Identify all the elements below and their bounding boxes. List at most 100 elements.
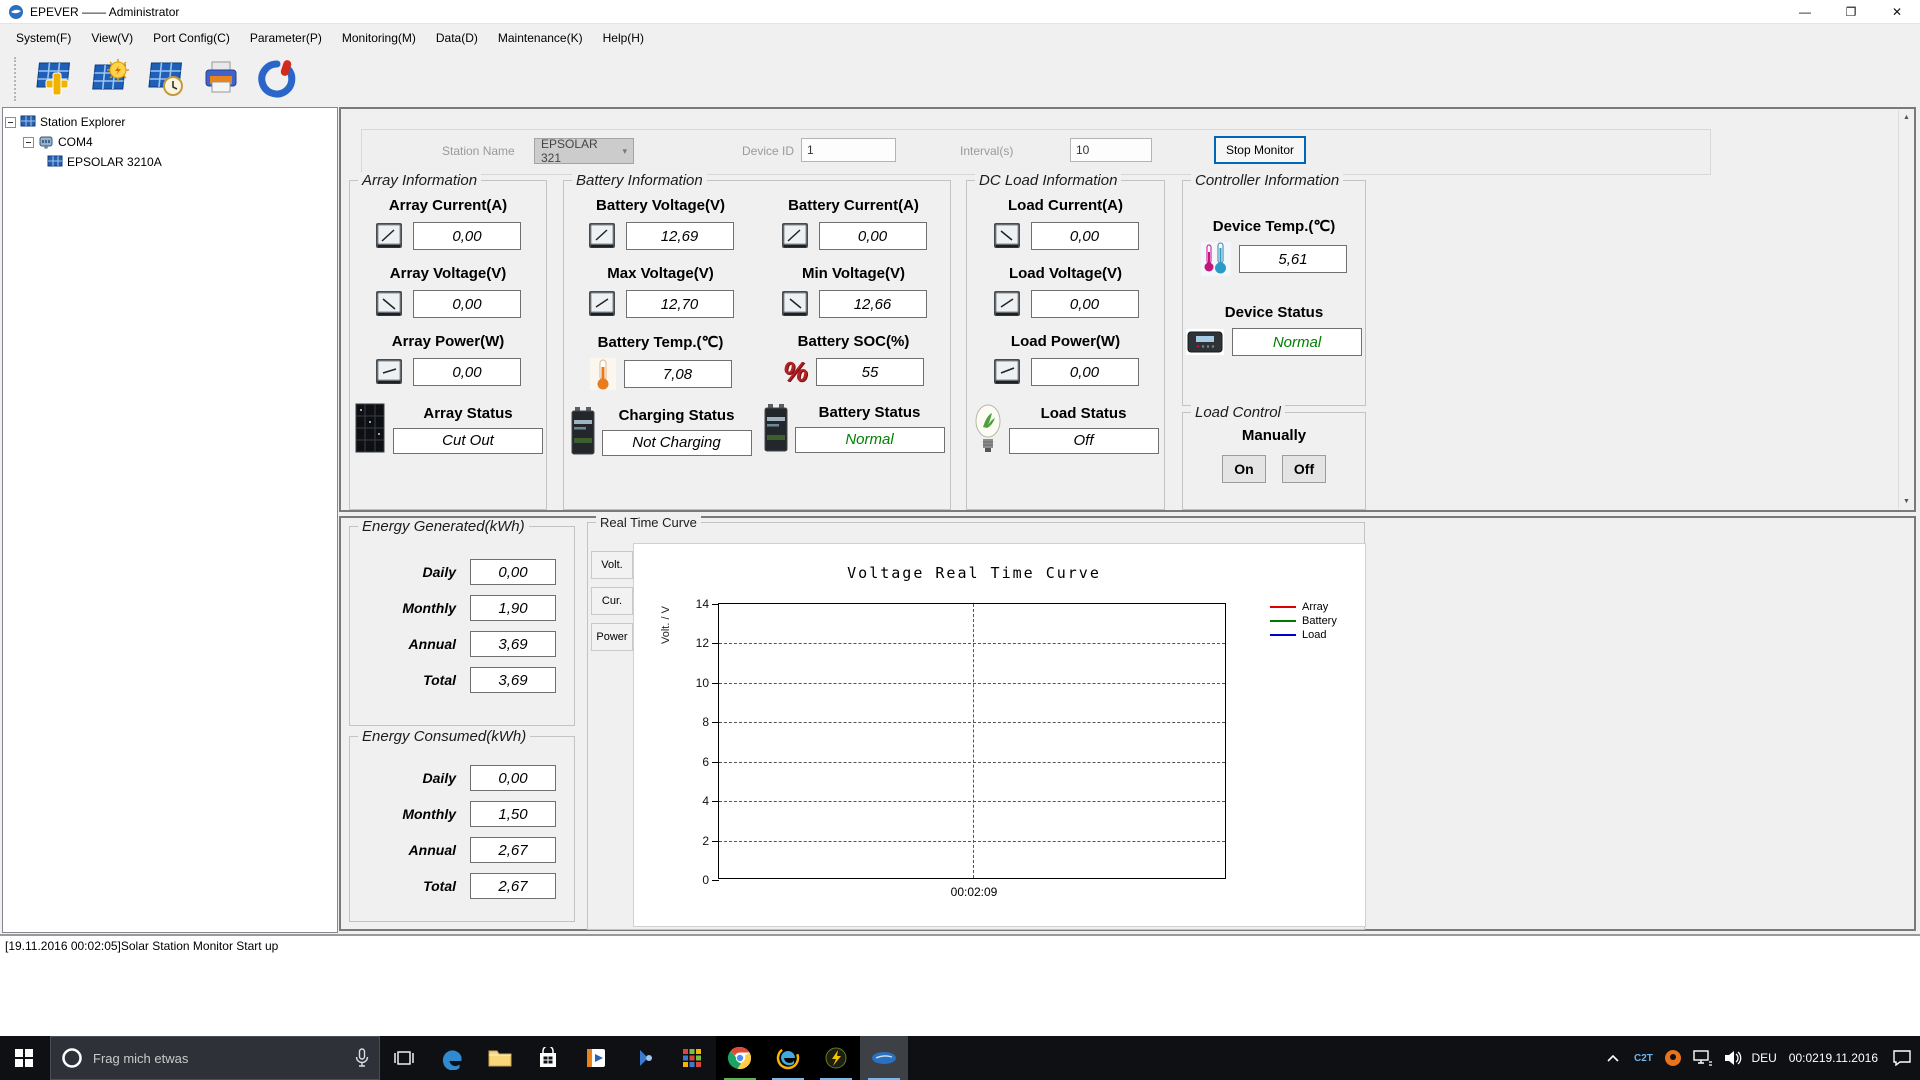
- scroll-down-icon[interactable]: ▼: [1899, 494, 1914, 509]
- load-power-value: 0,00: [1030, 358, 1139, 386]
- battery-status-value: Normal: [794, 426, 945, 453]
- tray-c2t-icon[interactable]: C2T: [1631, 1038, 1655, 1078]
- tray-antivirus-icon[interactable]: [1661, 1038, 1685, 1078]
- battery-soc-value: 55: [815, 358, 924, 386]
- battery-current-field: Battery Current(A) 0,00: [781, 197, 927, 251]
- microphone-icon[interactable]: [355, 1048, 369, 1068]
- epever-logo-icon: [8, 4, 24, 20]
- menu-view[interactable]: View(V): [81, 27, 143, 49]
- legend-label: Array: [1302, 601, 1329, 613]
- tree-label-root: Station Explorer: [40, 115, 126, 129]
- tree-node-epsolar[interactable]: EPSOLAR 3210A: [5, 152, 335, 172]
- collapse-icon[interactable]: [5, 116, 16, 128]
- gauge-icon: [993, 289, 1023, 319]
- print-button[interactable]: [198, 56, 244, 102]
- search-input[interactable]: Frag mich etwas: [50, 1036, 380, 1080]
- energy-row: Daily 0,00: [350, 559, 574, 585]
- store-icon[interactable]: [524, 1036, 572, 1080]
- energy-value: 2,67: [470, 837, 556, 863]
- scroll-up-icon[interactable]: ▲: [1899, 110, 1914, 125]
- y-axis-label: Volt. / V: [660, 606, 672, 644]
- field-label: Battery SOC(%): [797, 333, 910, 350]
- file-explorer-icon[interactable]: [476, 1036, 524, 1080]
- station-name-select[interactable]: EPSOLAR 321 ▾: [534, 137, 634, 165]
- edge-taskbar-icon[interactable]: [428, 1036, 476, 1080]
- gridline: [719, 683, 1225, 684]
- tray-chevron-up-icon[interactable]: [1601, 1038, 1625, 1078]
- legend-line-array: [1270, 606, 1296, 608]
- add-station-button[interactable]: [30, 56, 76, 102]
- app-grid-icon[interactable]: [668, 1036, 716, 1080]
- tray-network-icon[interactable]: [1691, 1038, 1715, 1078]
- menu-data[interactable]: Data(D): [426, 27, 488, 49]
- load-on-button[interactable]: On: [1222, 455, 1266, 483]
- menu-system[interactable]: System(F): [6, 27, 81, 49]
- solar-app-taskbar-icon[interactable]: [812, 1036, 860, 1080]
- close-button[interactable]: ✕: [1874, 0, 1920, 24]
- thermometer-icon: [589, 358, 616, 390]
- load-status-value: Off: [1008, 427, 1159, 454]
- x-tick-label: 00:02:09: [950, 885, 998, 899]
- menu-monitoring[interactable]: Monitoring(M): [332, 27, 426, 49]
- manually-label: Manually: [1241, 427, 1307, 444]
- field-label: Battery Voltage(V): [596, 197, 725, 214]
- controller-device-icon: [47, 155, 63, 169]
- tab-cur[interactable]: Cur.: [591, 587, 633, 615]
- tray-language-indicator[interactable]: DEU: [1751, 1038, 1776, 1078]
- player-cone-icon[interactable]: [620, 1036, 668, 1080]
- maximize-button[interactable]: ❐: [1828, 0, 1874, 24]
- battery-icon: [763, 403, 789, 453]
- device-id-input[interactable]: 1: [801, 138, 896, 162]
- collapse-icon[interactable]: [23, 136, 34, 148]
- task-view-button[interactable]: [380, 1036, 428, 1080]
- y-tick: 8: [702, 715, 709, 729]
- history-data-button[interactable]: [142, 56, 188, 102]
- toolbar: [0, 51, 1920, 106]
- min-voltage-value: 12,66: [818, 290, 927, 318]
- charging-status-label: Charging Status: [618, 406, 735, 424]
- tree-node-station-explorer[interactable]: Station Explorer: [5, 112, 335, 132]
- controller-icon: [1186, 329, 1224, 355]
- ie-taskbar-icon[interactable]: [764, 1036, 812, 1080]
- stop-monitor-button[interactable]: Stop Monitor: [1214, 136, 1306, 164]
- tree-node-com4[interactable]: COM4: [5, 132, 335, 152]
- menu-help[interactable]: Help(H): [593, 27, 654, 49]
- minimize-button[interactable]: —: [1782, 0, 1828, 24]
- gridline: [719, 722, 1225, 723]
- menu-parameter[interactable]: Parameter(P): [240, 27, 332, 49]
- array-status-label: Array Status: [423, 404, 513, 422]
- menu-maintenance[interactable]: Maintenance(K): [488, 27, 593, 49]
- gauge-icon: [993, 221, 1023, 251]
- battery-information-group: Battery Information Battery Voltage(V) 1…: [563, 172, 951, 510]
- energy-consumed-group: Energy Consumed(kWh) Daily 0,00 Monthly …: [349, 728, 575, 922]
- interval-input[interactable]: 10: [1070, 138, 1152, 162]
- battery-voltage-field: Battery Voltage(V) 12,69: [588, 197, 734, 251]
- start-button[interactable]: [0, 1036, 48, 1080]
- charging-status-block: Charging Status Not Charging: [570, 406, 752, 456]
- chrome-taskbar-icon[interactable]: [716, 1036, 764, 1080]
- tree-label-port: COM4: [58, 135, 93, 149]
- load-off-button[interactable]: Off: [1282, 455, 1326, 483]
- array-information-group: Array Information Array Current(A) 0,00 …: [349, 172, 547, 510]
- load-voltage-field: Load Voltage(V) 0,00: [993, 265, 1139, 319]
- epever-app-taskbar-button[interactable]: [860, 1036, 908, 1080]
- tab-power[interactable]: Power: [591, 623, 633, 651]
- monitor-scrollbar[interactable]: ▲ ▼: [1898, 110, 1914, 509]
- legend-label: Load: [1302, 629, 1327, 641]
- log-panel: [19.11.2016 00:02:05]Solar Station Monit…: [0, 934, 1920, 1036]
- group-title: Controller Information: [1191, 172, 1344, 189]
- media-player-icon[interactable]: [572, 1036, 620, 1080]
- exit-button[interactable]: [254, 56, 300, 102]
- energy-label: Total: [423, 878, 456, 894]
- action-center-icon[interactable]: [1890, 1038, 1914, 1078]
- station-monitor-button[interactable]: [86, 56, 132, 102]
- tray-volume-icon[interactable]: [1721, 1038, 1745, 1078]
- gridline: [719, 841, 1225, 842]
- bulb-icon: [973, 403, 1003, 455]
- chart-title: Voltage Real Time Curve: [847, 564, 1101, 582]
- y-tick: 10: [695, 676, 709, 690]
- tray-clock[interactable]: 00:02 19.11.2016: [1783, 1038, 1884, 1078]
- tab-volt[interactable]: Volt.: [591, 551, 633, 579]
- menu-port-config[interactable]: Port Config(C): [143, 27, 240, 49]
- legend-line-load: [1270, 634, 1296, 636]
